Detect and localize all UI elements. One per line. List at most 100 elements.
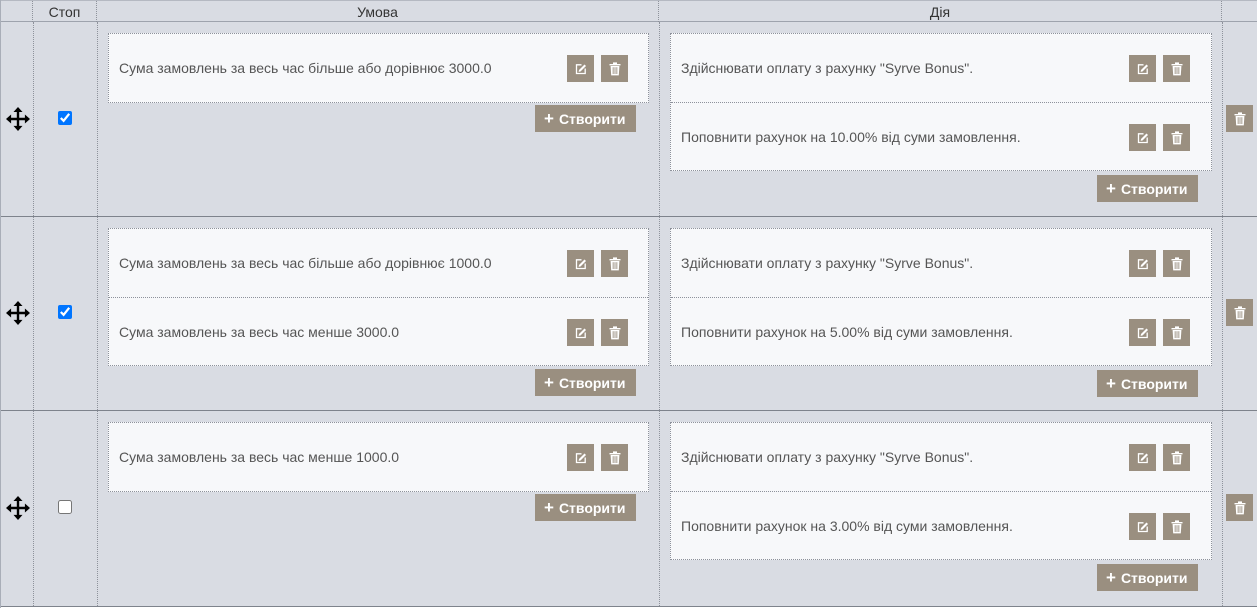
rule-row: Сума замовлень за весь час більше або до… [1,217,1257,411]
plus-icon: + [1106,179,1116,198]
delete-action-button[interactable] [1163,513,1190,540]
create-condition-button[interactable]: + Створити [535,494,636,521]
trash-icon [1171,62,1183,76]
header-condition: Умова [97,1,659,22]
delete-action-button[interactable] [1163,319,1190,346]
plus-icon: + [544,109,554,128]
condition-list: Сума замовлень за весь час більше або до… [108,33,649,103]
edit-icon [1137,521,1149,533]
trash-icon [1171,257,1183,271]
action-item: Здійснювати оплату з рахунку "Syrve Bonu… [671,423,1211,491]
delete-condition-button[interactable] [601,55,628,82]
condition-text: Сума замовлень за весь час більше або до… [119,255,492,271]
edit-action-button[interactable] [1129,444,1156,471]
create-label: Створити [558,110,626,127]
condition-item: Сума замовлень за весь час менше 3000.0 [109,297,648,365]
stop-checkbox[interactable] [58,305,72,319]
action-text: Поповнити рахунок на 5.00% від суми замо… [681,324,1013,340]
header-delete [1222,1,1257,22]
delete-condition-button[interactable] [601,444,628,471]
create-condition-button[interactable]: + Створити [535,105,636,132]
rule-row: Сума замовлень за весь час менше 1000.0 +… [1,411,1257,607]
action-text: Поповнити рахунок на 10.00% від суми зам… [681,129,1021,145]
trash-icon [609,257,621,271]
edit-icon [575,63,587,75]
edit-action-button[interactable] [1129,319,1156,346]
condition-list: Сума замовлень за весь час більше або до… [108,228,649,366]
action-text: Здійснювати оплату з рахунку "Syrve Bonu… [681,60,974,76]
trash-icon [609,451,621,465]
trash-icon [1171,326,1183,340]
header-action: Дія [659,1,1222,22]
edit-condition-button[interactable] [567,444,594,471]
trash-icon [1171,451,1183,465]
plus-icon: + [544,373,554,392]
edit-condition-button[interactable] [567,319,594,346]
action-text: Здійснювати оплату з рахунку "Syrve Bonu… [681,449,974,465]
edit-icon [575,258,587,270]
trash-icon [1171,131,1183,145]
edit-action-button[interactable] [1129,250,1156,277]
delete-rule-button[interactable] [1226,299,1253,326]
edit-action-button[interactable] [1129,55,1156,82]
action-item: Поповнити рахунок на 5.00% від суми замо… [671,297,1211,365]
create-label: Створити [558,374,626,391]
delete-action-button[interactable] [1163,444,1190,471]
create-label: Створити [1120,569,1188,586]
condition-item: Сума замовлень за весь час більше або до… [109,34,648,102]
action-list: Здійснювати оплату з рахунку "Syrve Bonu… [670,228,1212,366]
delete-action-button[interactable] [1163,55,1190,82]
delete-condition-button[interactable] [601,319,628,346]
condition-item: Сума замовлень за весь час менше 1000.0 [109,423,648,491]
plus-icon: + [1106,568,1116,587]
trash-icon [1234,112,1246,126]
action-list: Здійснювати оплату з рахунку "Syrve Bonu… [670,422,1212,560]
condition-item: Сума замовлень за весь час більше або до… [109,229,648,297]
header-stop: Стоп [33,1,97,22]
edit-icon [575,452,587,464]
edit-icon [575,327,587,339]
move-arrows-icon[interactable] [6,496,30,520]
delete-action-button[interactable] [1163,124,1190,151]
create-label: Створити [558,499,626,516]
create-label: Створити [1120,375,1188,392]
create-action-button[interactable]: + Створити [1097,370,1198,397]
move-arrows-icon[interactable] [6,107,30,131]
rule-row: Сума замовлень за весь час більше або до… [1,22,1257,217]
edit-icon [1137,132,1149,144]
edit-icon [1137,452,1149,464]
edit-action-button[interactable] [1129,124,1156,151]
create-action-button[interactable]: + Створити [1097,564,1198,591]
stop-checkbox[interactable] [58,111,72,125]
create-action-button[interactable]: + Створити [1097,175,1198,202]
edit-icon [1137,63,1149,75]
delete-action-button[interactable] [1163,250,1190,277]
trash-icon [609,326,621,340]
condition-text: Сума замовлень за весь час менше 1000.0 [119,449,400,465]
delete-rule-button[interactable] [1226,105,1253,132]
create-label: Створити [1120,180,1188,197]
trash-icon [1171,520,1183,534]
action-item: Здійснювати оплату з рахунку "Syrve Bonu… [671,34,1211,102]
action-list: Здійснювати оплату з рахунку "Syrve Bonu… [670,33,1212,171]
condition-list: Сума замовлень за весь час менше 1000.0 [108,422,649,492]
delete-rule-button[interactable] [1226,494,1253,521]
action-item: Здійснювати оплату з рахунку "Syrve Bonu… [671,229,1211,297]
header-move [1,1,33,22]
action-item: Поповнити рахунок на 10.00% від суми зам… [671,102,1211,170]
edit-condition-button[interactable] [567,250,594,277]
table-header: Стоп Умова Дія [1,0,1257,22]
create-condition-button[interactable]: + Створити [535,369,636,396]
stop-checkbox[interactable] [58,500,72,514]
trash-icon [1234,501,1246,515]
action-text: Здійснювати оплату з рахунку "Syrve Bonu… [681,255,974,271]
edit-action-button[interactable] [1129,513,1156,540]
edit-condition-button[interactable] [567,55,594,82]
rules-table: Стоп Умова Дія Сума замовлень за весь ча… [0,0,1257,608]
edit-icon [1137,258,1149,270]
condition-text: Сума замовлень за весь час менше 3000.0 [119,324,400,340]
delete-condition-button[interactable] [601,250,628,277]
edit-icon [1137,327,1149,339]
trash-icon [609,62,621,76]
move-arrows-icon[interactable] [6,301,30,325]
